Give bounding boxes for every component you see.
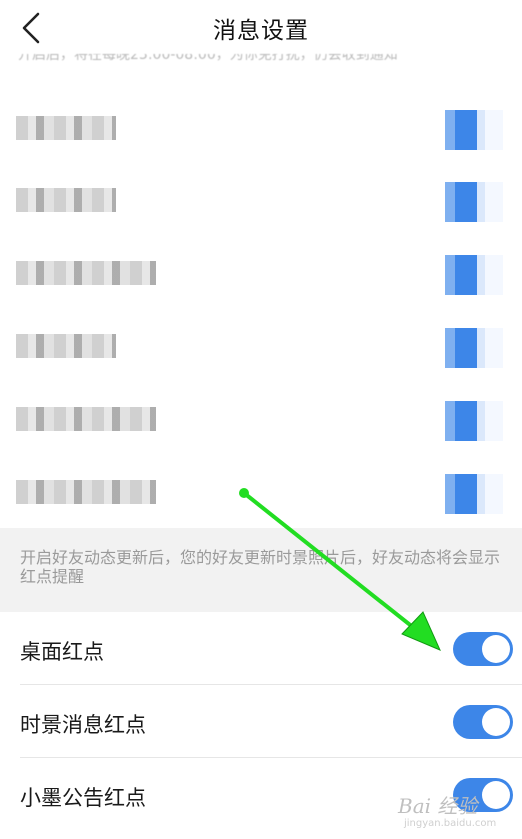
pixelated-label [16, 334, 116, 358]
setting-row-desktop-badge: 桌面红点 [0, 613, 522, 685]
setting-row-scene-message-badge: 时景消息红点 [0, 686, 522, 758]
desktop-badge-toggle[interactable] [453, 632, 513, 666]
row-divider [20, 757, 522, 758]
row-divider [20, 684, 522, 685]
pixelated-toggle[interactable] [445, 328, 503, 368]
truncated-description: 开启后，将在每晚23:00-08:00，为你免打扰，仍会收到通知 [18, 54, 398, 63]
blurred-setting-row [0, 237, 522, 309]
header-bar: 消息设置 [0, 0, 522, 56]
pixelated-label [16, 261, 156, 285]
blurred-setting-row [0, 456, 522, 528]
page-title: 消息设置 [213, 18, 309, 44]
toggle-knob [482, 708, 510, 736]
scene-message-badge-toggle[interactable] [453, 705, 513, 739]
blurred-setting-row [0, 310, 522, 382]
blurred-setting-row [0, 383, 522, 455]
chevron-left-icon [22, 12, 40, 44]
watermark-logo: Bai 经验 [398, 794, 478, 818]
info-note-block: 开启好友动态更新后，您的好友更新时景照片后，好友动态将会显示红点提醒 [0, 528, 522, 612]
info-note: 开启好友动态更新后，您的好友更新时景照片后，好友动态将会显示红点提醒 [20, 548, 501, 586]
back-button[interactable] [14, 10, 48, 46]
setting-label: 桌面红点 [20, 640, 104, 664]
pixelated-label [16, 188, 116, 212]
toggle-knob [482, 781, 510, 809]
pixelated-toggle[interactable] [445, 401, 503, 441]
pixelated-label [16, 116, 116, 140]
watermark-url: jingyan.baidu.com [404, 818, 497, 829]
blurred-setting-row [0, 92, 522, 164]
pixelated-toggle[interactable] [445, 110, 503, 150]
pixelated-label [16, 480, 156, 504]
pixelated-label [16, 407, 156, 431]
blurred-setting-row [0, 164, 522, 236]
pixelated-toggle[interactable] [445, 255, 503, 295]
setting-label: 时景消息红点 [20, 713, 146, 737]
toggle-knob [482, 635, 510, 663]
setting-label: 小墨公告红点 [20, 786, 146, 810]
pixelated-toggle[interactable] [445, 474, 503, 514]
pixelated-toggle[interactable] [445, 182, 503, 222]
